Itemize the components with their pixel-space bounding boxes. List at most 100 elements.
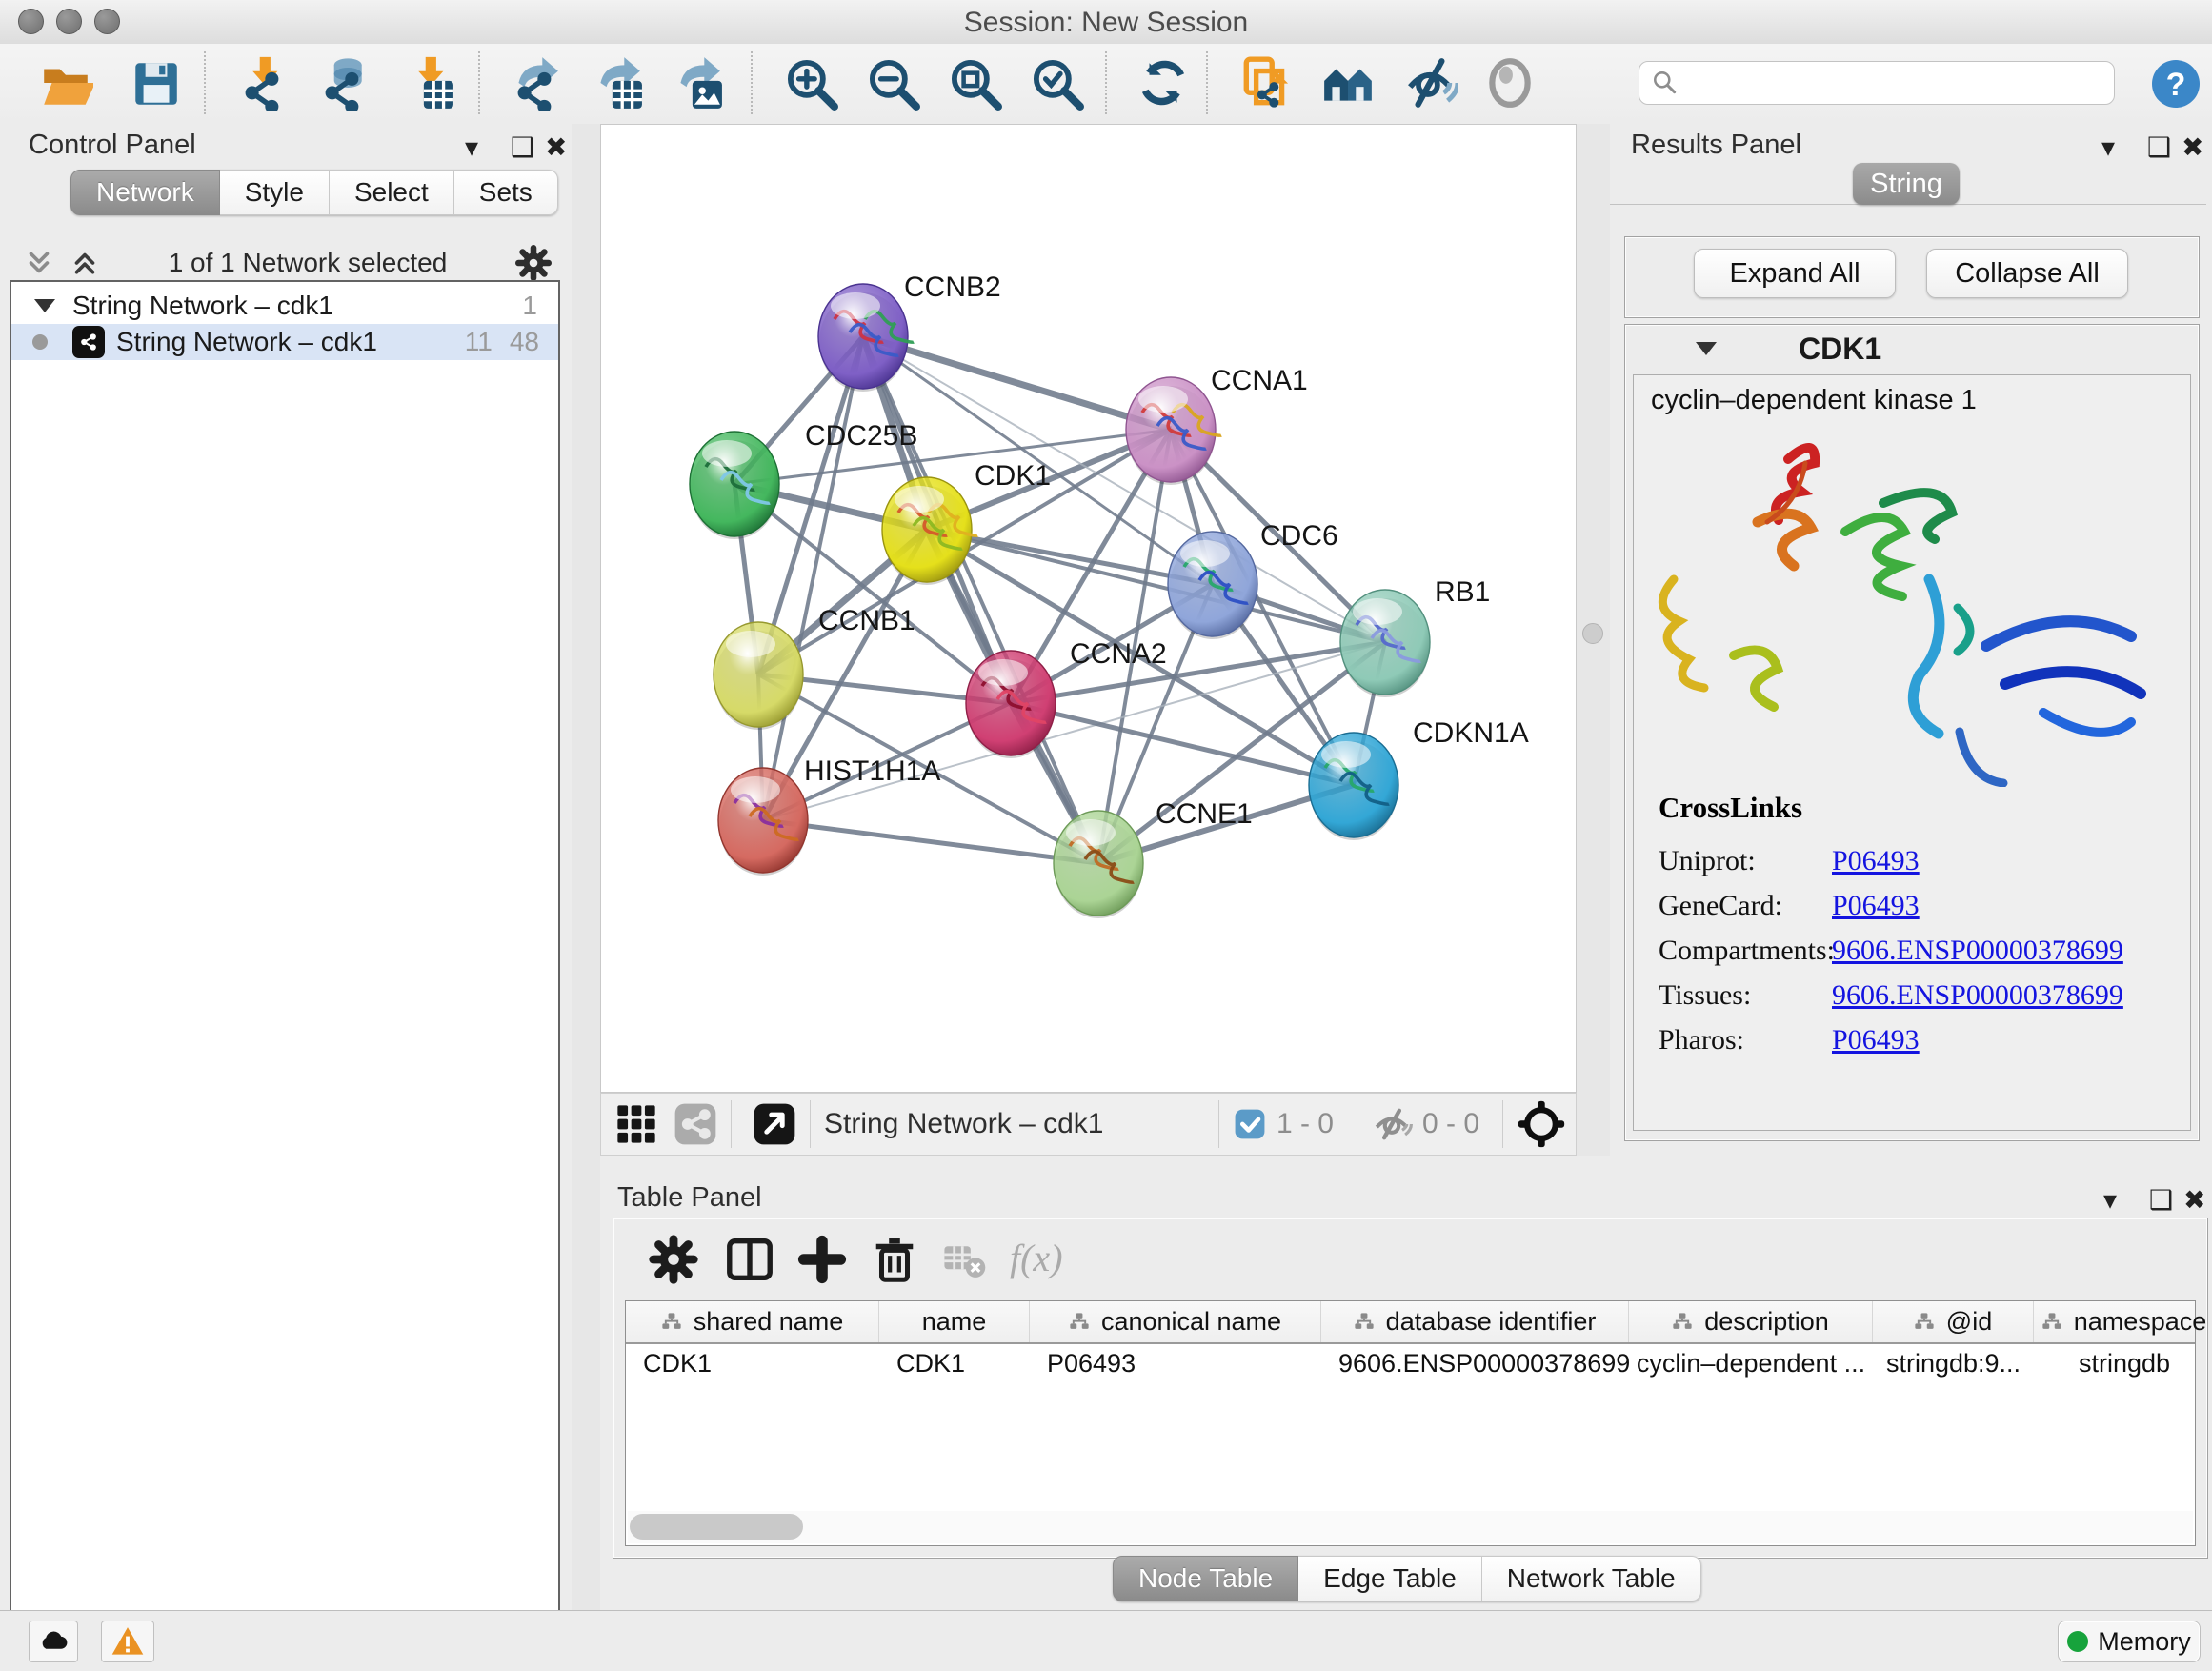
collapse-all-chevron-icon[interactable] xyxy=(23,247,55,279)
search-field[interactable] xyxy=(1639,61,2115,105)
cell-shared-name[interactable]: CDK1 xyxy=(626,1344,879,1382)
results-panel-float-button[interactable]: ❑ xyxy=(2147,131,2171,164)
toolbar-separator xyxy=(478,51,480,114)
apply-layout-button[interactable] xyxy=(1136,55,1191,111)
control-panel-close-button[interactable]: ✖ xyxy=(545,131,567,164)
node-RB1[interactable]: RB1 xyxy=(1340,576,1490,697)
network-view-canvas[interactable]: CCNB2 CCNA1 CDC25B CDK1 CDC6 RB1 CCNB1 xyxy=(600,124,1577,1093)
table-options-gear-icon[interactable] xyxy=(648,1234,699,1285)
first-neighbors-button[interactable] xyxy=(1320,55,1376,111)
hide-selected-button[interactable] xyxy=(1402,55,1458,111)
column-header-description[interactable]: description xyxy=(1629,1301,1873,1342)
node-CCNE1[interactable]: CCNE1 xyxy=(1054,798,1253,918)
selected-checkbox-icon[interactable] xyxy=(1233,1107,1267,1141)
collapse-all-button[interactable]: Collapse All xyxy=(1926,249,2128,298)
table-horizontal-scrollbar[interactable] xyxy=(628,1511,2193,1543)
node-HIST1H1A[interactable]: HIST1H1A xyxy=(718,755,940,876)
tab-edge-table[interactable]: Edge Table xyxy=(1298,1556,1482,1601)
import-network-database-button[interactable] xyxy=(314,55,370,111)
clone-network-button[interactable] xyxy=(1238,55,1294,111)
column-header-shared-name[interactable]: shared name xyxy=(626,1301,879,1342)
edge-CCNB2-HIST1H1A[interactable] xyxy=(763,336,863,820)
network-collection-row[interactable]: String Network – cdk1 1 xyxy=(11,288,558,324)
export-network-button[interactable] xyxy=(507,55,562,111)
crosslink-link[interactable]: 9606.ENSP00000378699 xyxy=(1832,979,2123,1012)
crosslink-link[interactable]: P06493 xyxy=(1832,890,1920,922)
node-CCNA2[interactable]: CCNA2 xyxy=(966,638,1167,758)
node-table-row[interactable]: CDK1CDK1P064939606.ENSP00000378699cyclin… xyxy=(626,1344,2195,1382)
node-CCNB2[interactable]: CCNB2 xyxy=(818,272,1001,392)
node-CCNA1[interactable]: CCNA1 xyxy=(1126,365,1308,485)
zoom-in-button[interactable] xyxy=(783,55,838,111)
warnings-button[interactable] xyxy=(101,1621,154,1662)
show-columns-icon[interactable] xyxy=(724,1234,775,1285)
tab-select[interactable]: Select xyxy=(330,170,454,215)
results-panel-menu-arrow[interactable]: ▾ xyxy=(2101,131,2115,164)
cell-namespace[interactable]: stringdb xyxy=(2034,1344,2212,1382)
tab-string[interactable]: String xyxy=(1853,163,1960,205)
create-column-plus-icon[interactable] xyxy=(796,1234,848,1285)
delete-column-trash-icon[interactable] xyxy=(869,1234,920,1285)
tab-network[interactable]: Network xyxy=(70,170,220,215)
column-header-canonical-name[interactable]: canonical name xyxy=(1030,1301,1321,1342)
search-input[interactable] xyxy=(1689,68,2102,99)
crosslink-link[interactable]: P06493 xyxy=(1832,845,1920,877)
network-status-dot xyxy=(32,334,48,350)
memory-button[interactable]: Memory xyxy=(2058,1621,2201,1662)
network-options-gear-icon[interactable] xyxy=(514,244,553,282)
node-CDC6[interactable]: CDC6 xyxy=(1168,520,1338,639)
column-header-database-identifier[interactable]: database identifier xyxy=(1321,1301,1629,1342)
crosslink-link[interactable]: P06493 xyxy=(1832,1024,1920,1057)
table-scrollbar-thumb[interactable] xyxy=(630,1514,803,1540)
right-splitter[interactable] xyxy=(1577,124,1610,1156)
network-label: String Network – cdk1 xyxy=(116,327,448,357)
control-panel-menu-arrow[interactable]: ▾ xyxy=(465,131,478,164)
column-header--id[interactable]: @id xyxy=(1873,1301,2034,1342)
help-button[interactable]: ? xyxy=(2149,57,2204,112)
zoom-selected-button[interactable] xyxy=(1029,55,1084,111)
import-network-file-button[interactable] xyxy=(234,55,290,111)
save-session-button[interactable] xyxy=(128,55,183,111)
expand-all-button[interactable]: Expand All xyxy=(1694,249,1896,298)
right-splitter-handle[interactable] xyxy=(1582,623,1603,644)
gene-expander-icon[interactable] xyxy=(1696,342,1717,355)
column-header-name[interactable]: name xyxy=(879,1301,1030,1342)
tab-sets[interactable]: Sets xyxy=(454,170,558,215)
node-CDKN1A[interactable]: CDKN1A xyxy=(1309,717,1529,840)
gene-header-row[interactable]: CDK1 xyxy=(1627,327,2197,371)
fit-content-crosshair-icon[interactable] xyxy=(1517,1099,1566,1149)
network-row-selected[interactable]: String Network – cdk1 11 48 xyxy=(11,324,558,360)
cell-name[interactable]: CDK1 xyxy=(879,1344,1030,1382)
table-panel-close-button[interactable]: ✖ xyxy=(2183,1184,2205,1217)
cell-description[interactable]: cyclin–dependent ... xyxy=(1629,1344,1873,1382)
zoom-fit-button[interactable] xyxy=(947,55,1002,111)
tab-node-table[interactable]: Node Table xyxy=(1113,1556,1298,1601)
zoom-out-button[interactable] xyxy=(865,55,920,111)
open-in-new-window-icon[interactable] xyxy=(753,1102,796,1146)
table-panel-menu-arrow[interactable]: ▾ xyxy=(2103,1184,2117,1217)
export-table-button[interactable] xyxy=(589,55,644,111)
cloud-status-button[interactable] xyxy=(29,1621,78,1662)
export-image-button[interactable] xyxy=(669,55,724,111)
birdseye-grid-icon[interactable] xyxy=(613,1100,660,1148)
import-table-file-button[interactable] xyxy=(400,55,455,111)
cell-canonical-name[interactable]: P06493 xyxy=(1030,1344,1321,1382)
crosslink-link[interactable]: 9606.ENSP00000378699 xyxy=(1832,935,2123,967)
left-splitter[interactable] xyxy=(572,124,600,1610)
cell--id[interactable]: stringdb:9... xyxy=(1873,1344,2034,1382)
control-panel-float-button[interactable]: ❑ xyxy=(511,131,534,164)
tab-style[interactable]: Style xyxy=(220,170,330,215)
table-type-tabs: Node TableEdge TableNetwork Table xyxy=(1113,1556,1701,1601)
cell-database-identifier[interactable]: 9606.ENSP00000378699 xyxy=(1321,1344,1629,1382)
edge-CCNE1-HIST1H1A[interactable] xyxy=(763,820,1098,863)
show-all-button[interactable] xyxy=(1482,55,1538,111)
hidden-eye-icon[interactable] xyxy=(1371,1103,1413,1145)
table-panel-float-button[interactable]: ❑ xyxy=(2149,1184,2173,1217)
open-session-button[interactable] xyxy=(38,55,93,111)
column-header-namespace[interactable]: namespace xyxy=(2034,1301,2212,1342)
collection-expander-icon[interactable] xyxy=(34,299,55,312)
edge-CCNB2-CCNA1[interactable] xyxy=(863,336,1171,430)
tab-network-table[interactable]: Network Table xyxy=(1482,1556,1701,1601)
results-panel-close-button[interactable]: ✖ xyxy=(2182,131,2203,164)
expand-all-chevron-icon[interactable] xyxy=(69,247,101,279)
